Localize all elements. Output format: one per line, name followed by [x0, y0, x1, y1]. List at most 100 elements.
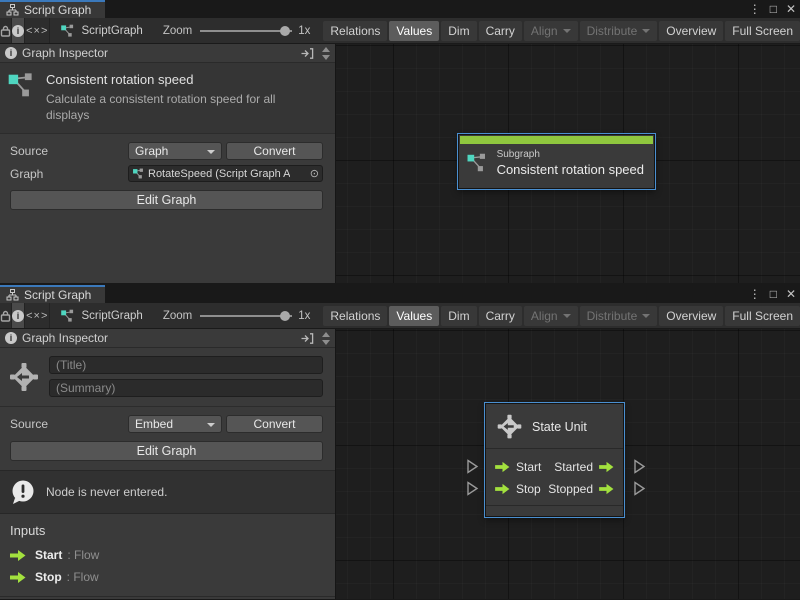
scrollbar-arrows[interactable] — [319, 332, 332, 345]
chevron-down-icon — [642, 29, 650, 33]
graph-object-value: RotateSpeed (Script Graph A — [148, 168, 290, 180]
graph-inspector-panel: i Graph Inspector — [0, 44, 336, 283]
inspector-toggle-button[interactable]: i — [12, 303, 25, 328]
code-view-button[interactable]: <×> — [25, 18, 50, 43]
port-row: Stop Stopped — [495, 478, 614, 500]
script-graph-icon — [60, 24, 75, 38]
outputs-section: Outputs — [0, 597, 335, 599]
align-dropdown[interactable]: Align — [524, 21, 578, 41]
graph-type-indicator: ScriptGraph — [50, 18, 142, 43]
info-icon: i — [5, 47, 17, 59]
zoom-slider[interactable] — [200, 25, 292, 37]
maximize-icon[interactable]: □ — [770, 3, 777, 15]
inspector-toggle-button[interactable]: i — [12, 18, 25, 43]
distribute-dropdown[interactable]: Distribute — [580, 21, 658, 41]
tab-bar: Script Graph ⋮ □ ✕ — [0, 285, 800, 303]
flow-arrow-icon — [10, 571, 26, 584]
graph-inspector-title: Graph Inspector — [22, 46, 108, 60]
state-unit-node[interactable]: State Unit Start Started — [485, 403, 624, 517]
chevron-down-icon — [563, 314, 571, 318]
overview-button[interactable]: Overview — [659, 306, 723, 326]
graph-canvas[interactable]: Subgraph Consistent rotation speed — [336, 44, 800, 283]
connector-triangle-icon[interactable] — [466, 459, 479, 474]
input-row: Start : Flow — [10, 548, 325, 562]
warning-bubble-icon — [10, 479, 37, 505]
relations-button[interactable]: Relations — [323, 21, 387, 41]
connector-triangle-icon[interactable] — [466, 481, 479, 496]
graph-canvas[interactable]: State Unit Start Started — [336, 329, 800, 599]
inputs-header: Inputs — [10, 523, 325, 538]
dim-button[interactable]: Dim — [441, 306, 476, 326]
distribute-dropdown[interactable]: Distribute — [580, 306, 658, 326]
flow-arrow-icon — [599, 461, 614, 473]
align-dropdown[interactable]: Align — [524, 306, 578, 326]
flow-arrow-icon — [495, 483, 510, 495]
lock-button[interactable] — [0, 18, 12, 43]
script-graph-icon — [132, 168, 144, 179]
inputs-section: Inputs Start : Flow Stop : Flow — [0, 514, 335, 597]
window-controls: ⋮ □ ✕ — [749, 285, 796, 303]
lock-icon — [0, 25, 11, 37]
title-input[interactable] — [49, 356, 323, 374]
output-port-stopped[interactable]: Stopped — [548, 482, 614, 496]
window-menu-icon[interactable]: ⋮ — [749, 288, 761, 300]
zoom-slider-handle[interactable] — [280, 26, 290, 36]
carry-button[interactable]: Carry — [479, 306, 522, 326]
graph-object-field[interactable]: RotateSpeed (Script Graph A ⊙ — [128, 165, 323, 182]
info-icon: i — [12, 25, 24, 37]
graph-inspector-panel: i Graph Inspector — [0, 329, 336, 599]
scroll-down-icon[interactable] — [322, 55, 330, 60]
flow-arrow-icon — [495, 461, 510, 473]
fullscreen-button[interactable]: Full Screen — [725, 21, 800, 41]
tab-script-graph[interactable]: Script Graph — [0, 0, 105, 18]
scroll-up-icon[interactable] — [322, 332, 330, 337]
flow-arrow-icon — [10, 549, 26, 562]
scroll-up-icon[interactable] — [322, 47, 330, 52]
lock-button[interactable] — [0, 303, 12, 328]
object-picker-icon[interactable]: ⊙ — [310, 167, 320, 180]
edit-graph-button[interactable]: Edit Graph — [10, 190, 323, 210]
subgraph-node[interactable]: Subgraph Consistent rotation speed — [458, 134, 655, 189]
source-label: Source — [10, 417, 128, 431]
connector-triangle-icon[interactable] — [633, 481, 646, 496]
graph-inspector-header: i Graph Inspector — [0, 329, 335, 348]
script-graph-icon — [467, 151, 488, 175]
overview-button[interactable]: Overview — [659, 21, 723, 41]
dock-panel-icon[interactable] — [301, 48, 314, 59]
input-port-stop[interactable]: Stop — [495, 482, 541, 496]
convert-button[interactable]: Convert — [226, 415, 323, 433]
output-port-started[interactable]: Started — [554, 460, 614, 474]
script-graph-window-bottom: Script Graph ⋮ □ ✕ i <×> — [0, 285, 800, 600]
close-icon[interactable]: ✕ — [786, 288, 796, 300]
tab-script-graph[interactable]: Script Graph — [0, 285, 105, 303]
input-port-start[interactable]: Start — [495, 460, 541, 474]
scroll-down-icon[interactable] — [322, 340, 330, 345]
window-menu-icon[interactable]: ⋮ — [749, 3, 761, 15]
chevron-down-icon — [207, 423, 215, 427]
summary-input[interactable] — [49, 379, 323, 397]
carry-button[interactable]: Carry — [479, 21, 522, 41]
state-graph-icon — [8, 361, 40, 393]
graph-type-indicator: ScriptGraph — [50, 303, 142, 328]
fullscreen-button[interactable]: Full Screen — [725, 306, 800, 326]
convert-button[interactable]: Convert — [226, 142, 323, 160]
source-dropdown[interactable]: Embed — [128, 415, 222, 433]
warning-text: Node is never entered. — [46, 485, 167, 499]
dock-panel-icon[interactable] — [301, 333, 314, 344]
node-title: State Unit — [532, 420, 587, 434]
edit-graph-button[interactable]: Edit Graph — [10, 441, 323, 461]
values-button[interactable]: Values — [389, 21, 439, 41]
chevron-down-icon — [207, 150, 215, 154]
relations-button[interactable]: Relations — [323, 306, 387, 326]
values-button[interactable]: Values — [389, 306, 439, 326]
source-dropdown[interactable]: Graph — [128, 142, 222, 160]
zoom-slider-handle[interactable] — [280, 311, 290, 321]
zoom-slider[interactable] — [200, 310, 292, 322]
graph-description-box: Consistent rotation speed Calculate a co… — [0, 63, 335, 134]
close-icon[interactable]: ✕ — [786, 3, 796, 15]
maximize-icon[interactable]: □ — [770, 288, 777, 300]
connector-triangle-icon[interactable] — [633, 459, 646, 474]
code-view-button[interactable]: <×> — [25, 303, 50, 328]
dim-button[interactable]: Dim — [441, 21, 476, 41]
scrollbar-arrows[interactable] — [319, 47, 332, 60]
